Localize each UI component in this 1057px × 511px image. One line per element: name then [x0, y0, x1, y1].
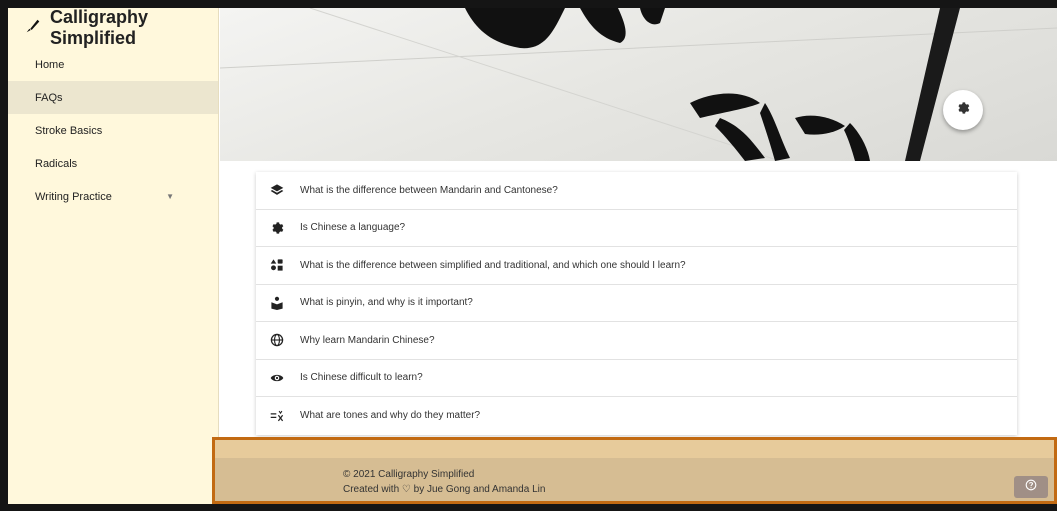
faq-question: Why learn Mandarin Chinese? [300, 334, 435, 346]
faq-item[interactable]: What are tones and why do they matter? [256, 397, 1017, 435]
caret-down-icon: ▼ [166, 192, 174, 201]
faq-item[interactable]: What is the difference between simplifie… [256, 247, 1017, 285]
gear-icon [268, 219, 286, 237]
sidebar-item-label: Home [35, 58, 65, 71]
footer-band [215, 440, 1054, 458]
sidebar-item-label: Writing Practice [35, 190, 112, 203]
calligraphy-image [220, 8, 1057, 161]
sidebar: Calligraphy Simplified Home FAQs Stroke … [8, 8, 219, 504]
sidebar-item-label: FAQs [35, 91, 63, 104]
gear-icon [956, 101, 970, 120]
hero-banner [220, 8, 1057, 161]
faq-question: What is the difference between simplifie… [300, 259, 686, 271]
shapes-icon [268, 256, 286, 274]
help-button[interactable] [1014, 476, 1048, 498]
faq-question: Is Chinese a language? [300, 222, 406, 234]
sidebar-item-label: Radicals [35, 157, 78, 170]
sidebar-item-stroke-basics[interactable]: Stroke Basics [8, 114, 218, 147]
eye-icon [268, 369, 286, 387]
app-window: Calligraphy Simplified Home FAQs Stroke … [8, 8, 1057, 504]
footer-credit: Created with ♡ by Jue Gong and Amanda Li… [343, 484, 546, 495]
sidebar-item-faqs[interactable]: FAQs [8, 81, 218, 114]
brand-title: Calligraphy Simplified [50, 8, 149, 48]
sidebar-item-radicals[interactable]: Radicals [8, 147, 218, 180]
faq-question: What are tones and why do they matter? [300, 410, 481, 422]
faq-item[interactable]: What is the difference between Mandarin … [256, 172, 1017, 210]
faq-question: Is Chinese difficult to learn? [300, 372, 423, 384]
sidebar-item-home[interactable]: Home [8, 48, 218, 81]
faq-question: What is the difference between Mandarin … [300, 184, 558, 196]
faq-item[interactable]: Why learn Mandarin Chinese? [256, 322, 1017, 360]
settings-button[interactable] [943, 90, 983, 130]
footer-copyright: © 2021 Calligraphy Simplified [343, 469, 475, 480]
faq-item[interactable]: What is pinyin, and why is it important? [256, 285, 1017, 322]
layers-icon [268, 181, 286, 199]
faq-list: What is the difference between Mandarin … [256, 172, 1017, 435]
faq-question: What is pinyin, and why is it important? [300, 297, 473, 309]
sidebar-item-label: Stroke Basics [35, 124, 103, 137]
brand[interactable]: Calligraphy Simplified [8, 8, 218, 48]
faq-item[interactable]: Is Chinese a language? [256, 210, 1017, 247]
reader-icon [268, 294, 286, 312]
sidebar-item-writing-practice[interactable]: Writing Practice ▼ [8, 180, 218, 213]
brush-icon [24, 17, 42, 40]
help-icon [1025, 478, 1037, 496]
compare-icon [268, 407, 286, 425]
footer-text: © 2021 Calligraphy Simplified Created wi… [343, 467, 545, 497]
faq-item[interactable]: Is Chinese difficult to learn? [256, 360, 1017, 397]
footer: © 2021 Calligraphy Simplified Created wi… [212, 437, 1057, 504]
globe-icon [268, 331, 286, 349]
